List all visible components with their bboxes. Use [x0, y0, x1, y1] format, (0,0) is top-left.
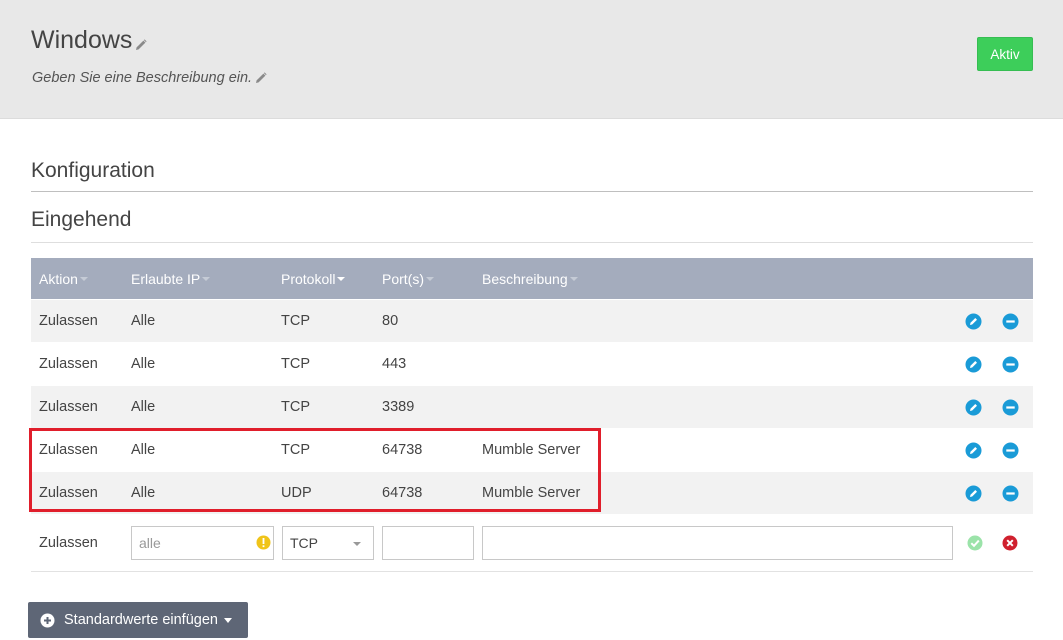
- chevron-down-icon: [223, 618, 232, 623]
- delete-minus-circle-icon[interactable]: [1002, 356, 1019, 373]
- cancel-x-icon[interactable]: [1002, 535, 1018, 551]
- cell-ip: Alle: [131, 356, 156, 372]
- server-name[interactable]: Windows: [31, 26, 148, 55]
- table-header: Aktion Erlaubte IP Protokoll Port(s) Bes…: [31, 258, 1033, 299]
- cell-aktion: Zulassen: [39, 399, 98, 415]
- table-row: Zulassen Alle TCP 64738 Mumble Server: [31, 428, 1033, 471]
- chevron-down-icon: [353, 542, 361, 546]
- inbound-rules-table: Aktion Erlaubte IP Protokoll Port(s) Bes…: [31, 258, 1033, 572]
- table-row: Zulassen Alle TCP 80: [31, 299, 1033, 342]
- cell-protokoll: TCP: [281, 356, 310, 372]
- cell-port: 3389: [382, 399, 415, 415]
- sort-caret-icon: [569, 277, 578, 281]
- cell-protokoll: TCP: [281, 442, 310, 458]
- confirm-check-icon[interactable]: [967, 535, 983, 551]
- edit-pencil-circle-icon[interactable]: [965, 442, 982, 459]
- cell-port: 64738: [382, 485, 423, 501]
- plus-circle-icon: [40, 613, 55, 627]
- new-rule-port-input[interactable]: [382, 526, 474, 560]
- cell-ip: Alle: [131, 313, 156, 329]
- sort-caret-icon: [337, 277, 346, 281]
- status-active-button[interactable]: Aktiv: [977, 37, 1033, 71]
- new-rule-protocol-select[interactable]: TCP: [282, 526, 374, 560]
- table-row: Zulassen Alle TCP 3389: [31, 385, 1033, 428]
- cell-beschreibung: Mumble Server: [482, 485, 581, 501]
- table-row: Zulassen Alle TCP 443: [31, 342, 1033, 385]
- edit-description-pencil-icon[interactable]: [255, 72, 267, 84]
- sort-caret-icon: [79, 277, 88, 281]
- delete-minus-circle-icon[interactable]: [1002, 313, 1019, 330]
- cell-port: 80: [382, 313, 399, 329]
- cell-port: 443: [382, 356, 407, 372]
- cell-ip: Alle: [131, 399, 156, 415]
- column-header-aktion[interactable]: Aktion: [39, 258, 88, 299]
- inbound-divider: [31, 242, 1033, 243]
- cell-ip: Alle: [131, 442, 156, 458]
- cell-aktion: Zulassen: [39, 485, 98, 501]
- new-rule-ip-input[interactable]: [131, 526, 274, 560]
- delete-minus-circle-icon[interactable]: [1002, 485, 1019, 502]
- inbound-section-title: Eingehend: [31, 208, 132, 231]
- cell-ip: Alle: [131, 485, 156, 501]
- cell-port: 64738: [382, 442, 423, 458]
- edit-pencil-circle-icon[interactable]: [965, 399, 982, 416]
- cell-protokoll: UDP: [281, 485, 312, 501]
- column-header-beschreibung[interactable]: Beschreibung: [482, 258, 578, 299]
- delete-minus-circle-icon[interactable]: [1002, 442, 1019, 459]
- config-section-title: Konfiguration: [31, 159, 155, 182]
- cell-protokoll: TCP: [281, 313, 310, 329]
- cell-beschreibung: Mumble Server: [482, 442, 581, 458]
- edit-pencil-circle-icon[interactable]: [965, 485, 982, 502]
- column-header-protokoll[interactable]: Protokoll: [281, 258, 346, 299]
- server-header: Windows Geben Sie eine Beschreibung ein.…: [0, 0, 1063, 119]
- table-row: Zulassen Alle UDP 64738 Mumble Server: [31, 471, 1033, 514]
- column-header-ip[interactable]: Erlaubte IP: [131, 258, 211, 299]
- edit-pencil-circle-icon[interactable]: [965, 356, 982, 373]
- insert-defaults-button[interactable]: Standardwerte einfügen: [28, 602, 248, 638]
- edit-name-pencil-icon[interactable]: [135, 39, 148, 51]
- sort-caret-icon: [426, 277, 434, 281]
- cell-aktion: Zulassen: [39, 442, 98, 458]
- server-name-text: Windows: [31, 26, 133, 54]
- edit-pencil-circle-icon[interactable]: [965, 313, 982, 330]
- server-description[interactable]: Geben Sie eine Beschreibung ein.: [32, 70, 267, 86]
- new-rule-aktion[interactable]: Zulassen: [39, 514, 98, 572]
- config-divider: [31, 191, 1033, 192]
- server-description-text: Geben Sie eine Beschreibung ein.: [32, 70, 253, 86]
- cell-aktion: Zulassen: [39, 313, 98, 329]
- cell-aktion: Zulassen: [39, 356, 98, 372]
- column-header-ports[interactable]: Port(s): [382, 258, 434, 299]
- cell-protokoll: TCP: [281, 399, 310, 415]
- sort-caret-icon: [202, 277, 211, 281]
- delete-minus-circle-icon[interactable]: [1002, 399, 1019, 416]
- warning-icon: [256, 535, 271, 550]
- new-rule-row: Zulassen TCP: [31, 514, 1033, 572]
- new-rule-description-input[interactable]: [482, 526, 953, 560]
